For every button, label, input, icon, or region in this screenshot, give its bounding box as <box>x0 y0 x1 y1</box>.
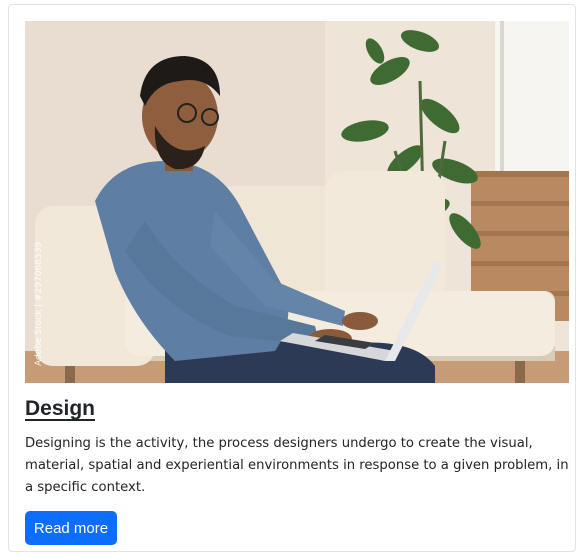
photo-illustration: Adobe Stock | #297068539 <box>25 21 569 383</box>
card-description: Designing is the activity, the process d… <box>25 436 569 495</box>
article-card: Adobe Stock | #297068539 Design Designin… <box>8 4 576 552</box>
card-image: Adobe Stock | #297068539 <box>25 21 569 383</box>
card-title[interactable]: Design <box>25 397 95 421</box>
image-watermark: Adobe Stock | #297068539 <box>34 242 44 366</box>
read-more-button[interactable]: Read more <box>25 511 117 545</box>
